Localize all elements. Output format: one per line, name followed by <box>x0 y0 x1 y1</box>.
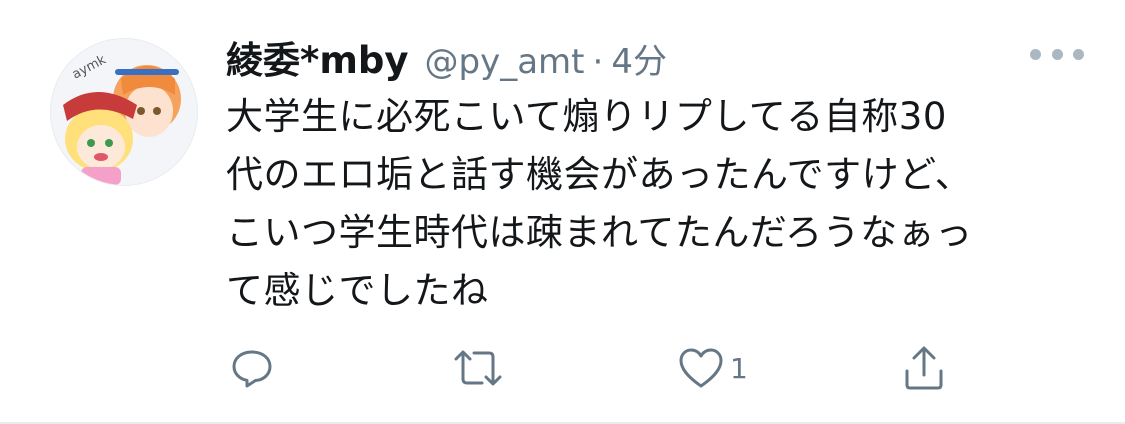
display-name[interactable]: 綾委*mby <box>226 30 409 84</box>
action-bar: 1 <box>226 340 1066 396</box>
more-dot <box>1030 48 1041 60</box>
timestamp[interactable]: 4分 <box>611 34 667 83</box>
tweet-text: 大学生に必死こいて煽りリプしてる自称30 代のエロ垢と話す機会があったんですけど… <box>226 88 1066 320</box>
reply-button[interactable] <box>230 340 274 396</box>
separator-dot: · <box>592 42 604 82</box>
more-icon[interactable] <box>1030 46 1084 62</box>
retweet-icon <box>454 350 502 386</box>
like-count: 1 <box>730 351 748 385</box>
reply-icon <box>232 350 272 388</box>
avatar-illustration: aymk <box>51 39 197 185</box>
tweet-text-line: 代のエロ垢と話す機会があったんですけど、 <box>226 153 973 196</box>
like-button[interactable]: 1 <box>678 340 748 396</box>
tweet[interactable]: aymk 綾委*mby @py_amt · 4分 大学生に必死こいて煽りリプして… <box>0 0 1125 424</box>
more-dot <box>1073 48 1084 60</box>
avatar[interactable]: aymk <box>50 38 198 186</box>
user-handle[interactable]: @py_amt <box>425 42 585 82</box>
tweet-header: 綾委*mby @py_amt · 4分 <box>226 30 667 86</box>
retweet-button[interactable] <box>452 340 504 396</box>
tweet-text-line: て感じでしたね <box>226 269 489 312</box>
tweet-text-line: 大学生に必死こいて煽りリプしてる自称30 <box>226 95 947 138</box>
share-icon <box>905 346 943 390</box>
like-icon <box>679 348 723 388</box>
tweet-text-line: こいつ学生時代は疎まれてたんだろうなぁっ <box>226 211 973 254</box>
more-dot <box>1051 48 1063 60</box>
share-button[interactable] <box>902 340 946 396</box>
